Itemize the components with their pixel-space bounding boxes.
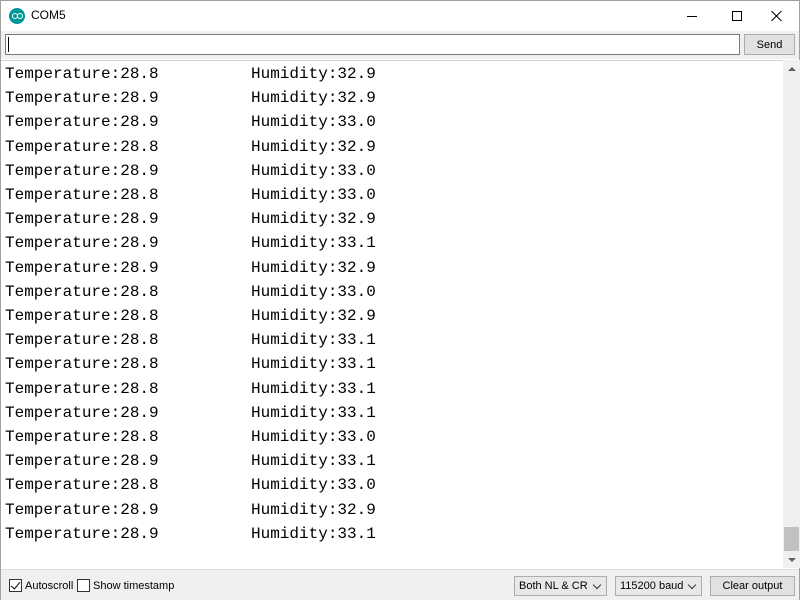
timestamp-checkbox[interactable] <box>77 579 90 592</box>
serial-input[interactable] <box>5 34 740 55</box>
humidity-reading: Humidity:32.9 <box>251 258 376 277</box>
humidity-reading: Humidity:33.1 <box>251 379 376 398</box>
temperature-reading: Temperature:28.8 <box>5 307 159 325</box>
text-caret <box>8 37 9 52</box>
chevron-down-icon <box>592 580 602 590</box>
humidity-reading: Humidity:32.9 <box>251 137 376 156</box>
humidity-reading: Humidity:33.0 <box>251 476 376 495</box>
temperature-reading: Temperature:28.8 <box>5 428 159 446</box>
humidity-reading: Humidity:33.1 <box>251 331 376 350</box>
humidity-reading: Humidity:32.9 <box>251 210 376 229</box>
baud-rate-value: 115200 baud <box>620 580 684 592</box>
window-title: COM5 <box>31 8 66 22</box>
scroll-thumb[interactable] <box>784 527 799 551</box>
status-bar: Autoscroll Show timestamp Both NL & CR 1… <box>1 569 799 600</box>
autoscroll-toggle[interactable]: Autoscroll <box>9 579 73 592</box>
humidity-reading: Humidity:32.9 <box>251 89 376 108</box>
temperature-reading: Temperature:28.8 <box>5 355 159 374</box>
maximize-button[interactable] <box>714 1 759 31</box>
humidity-reading: Humidity:33.0 <box>251 161 376 180</box>
humidity-reading: Humidity:33.0 <box>251 428 376 446</box>
temperature-reading: Temperature:28.8 <box>5 137 159 156</box>
autoscroll-checkbox[interactable] <box>9 579 22 592</box>
temperature-reading: Temperature:28.8 <box>5 65 159 83</box>
timestamp-toggle[interactable]: Show timestamp <box>77 579 174 592</box>
temperature-reading: Temperature:28.9 <box>5 234 159 253</box>
close-icon <box>771 10 783 22</box>
line-ending-select[interactable]: Both NL & CR <box>514 576 607 596</box>
temperature-reading: Temperature:28.8 <box>5 379 159 398</box>
humidity-reading: Humidity:33.0 <box>251 186 376 204</box>
serial-output[interactable]: Temperature:28.8 Humidity:32.9 Temperature… <box>1 60 783 568</box>
humidity-reading: Humidity:33.0 <box>251 113 376 132</box>
vertical-scrollbar[interactable] <box>783 60 800 568</box>
humidity-reading: Humidity:32.9 <box>251 307 376 325</box>
temperature-reading: Temperature:28.9 <box>5 500 159 519</box>
scroll-up-button[interactable] <box>783 60 800 77</box>
autoscroll-label: Autoscroll <box>25 579 74 592</box>
humidity-reading: Humidity:33.1 <box>251 355 376 374</box>
humidity-reading: Humidity:32.9 <box>251 65 376 83</box>
maximize-icon <box>731 11 742 21</box>
arrow-up-icon <box>787 66 796 71</box>
send-button[interactable]: Send <box>744 34 795 55</box>
humidity-reading: Humidity:33.1 <box>251 234 376 253</box>
line-ending-value: Both NL & CR <box>519 580 588 592</box>
close-button[interactable] <box>754 1 799 31</box>
temperature-reading: Temperature:28.9 <box>5 452 159 471</box>
temperature-reading: Temperature:28.9 <box>5 113 159 132</box>
temperature-reading: Temperature:28.8 <box>5 186 159 204</box>
temperature-reading: Temperature:28.8 <box>5 476 159 495</box>
humidity-reading: Humidity:32.9 <box>251 500 376 519</box>
send-row: Send <box>1 31 799 59</box>
clear-output-button[interactable]: Clear output <box>710 576 795 596</box>
title-bar: COM5 <box>1 1 799 31</box>
temperature-reading: Temperature:28.9 <box>5 161 159 180</box>
arrow-down-icon <box>787 557 796 562</box>
humidity-reading: Humidity:33.1 <box>251 524 376 543</box>
humidity-reading: Humidity:33.1 <box>251 452 376 471</box>
temperature-reading: Temperature:28.8 <box>5 331 159 350</box>
temperature-reading: Temperature:28.9 <box>5 524 159 543</box>
humidity-reading: Humidity:33.0 <box>251 282 376 301</box>
baud-rate-select[interactable]: 115200 baud <box>615 576 702 596</box>
minimize-icon <box>686 15 697 17</box>
scroll-down-button[interactable] <box>783 551 800 568</box>
temperature-reading: Temperature:28.9 <box>5 258 159 277</box>
chevron-down-icon <box>687 580 697 590</box>
humidity-reading: Humidity:33.1 <box>251 403 376 422</box>
temperature-reading: Temperature:28.8 <box>5 282 159 301</box>
minimize-button[interactable] <box>669 1 714 31</box>
temperature-reading: Temperature:28.9 <box>5 210 159 229</box>
temperature-reading: Temperature:28.9 <box>5 89 159 108</box>
temperature-reading: Temperature:28.9 <box>5 403 159 422</box>
timestamp-label: Show timestamp <box>93 579 175 592</box>
serial-monitor-window: COM5 Send Temperature:28.8 Humidity:32.9 T… <box>0 0 800 600</box>
arduino-icon <box>9 8 25 24</box>
